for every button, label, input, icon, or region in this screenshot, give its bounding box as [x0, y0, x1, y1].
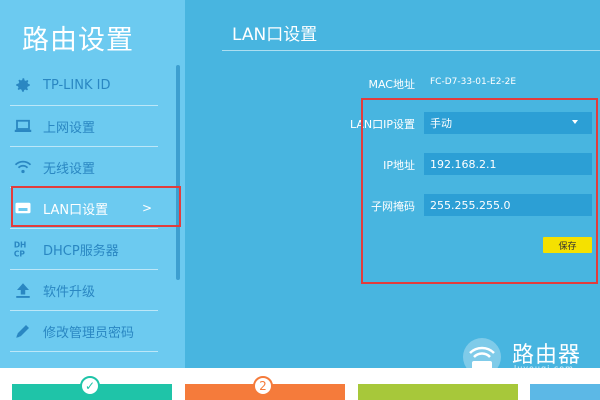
gear-icon — [12, 74, 34, 96]
sidebar-item-dhcp[interactable]: DH CP DHCP服务器 — [10, 229, 158, 270]
sidebar-item-label: 软件升级 — [43, 284, 96, 300]
router-settings-page: 路由设置 TP-LINK ID 上网设置 无线设置 LAN口设置 > DH CP… — [0, 0, 600, 400]
step-bar-end — [530, 384, 600, 400]
sidebar-item-label: 无线设置 — [43, 161, 96, 177]
sidebar-item-admin-password[interactable]: 修改管理员密码 — [10, 311, 158, 352]
sidebar-item-wireless[interactable]: 无线设置 — [10, 147, 158, 188]
mac-label: MAC地址 — [368, 78, 415, 91]
laptop-icon — [12, 115, 34, 137]
page-title: LAN口设置 — [232, 25, 318, 45]
upload-arrow-icon — [12, 279, 34, 301]
sidebar-title: 路由设置 — [22, 25, 134, 56]
dhcp-icon: DH CP — [12, 238, 34, 260]
sidebar-item-tplink-id[interactable]: TP-LINK ID — [10, 65, 158, 106]
svg-text:CP: CP — [14, 250, 26, 259]
wifi-icon — [12, 156, 34, 178]
sidebar-item-internet[interactable]: 上网设置 — [10, 106, 158, 147]
lan-item-highlight-frame — [11, 186, 181, 227]
sidebar-item-label: 修改管理员密码 — [43, 325, 135, 341]
sidebar-item-label: TP-LINK ID — [43, 77, 111, 93]
sidebar-item-upgrade[interactable]: 软件升级 — [10, 270, 158, 311]
step-bar-3 — [358, 384, 518, 400]
svg-text:DH: DH — [14, 240, 27, 249]
sidebar-scrollbar[interactable] — [176, 65, 180, 280]
mac-value: FC-D7-33-01-E2-2E — [430, 77, 517, 87]
title-divider — [222, 50, 600, 51]
pencil-icon — [12, 320, 34, 342]
step-indicator-1: ✓ — [80, 376, 100, 396]
sidebar-item-label: DHCP服务器 — [43, 243, 119, 259]
sidebar: 路由设置 TP-LINK ID 上网设置 无线设置 LAN口设置 > DH CP… — [0, 0, 185, 368]
step-indicator-2: 2 — [253, 376, 273, 396]
form-highlight-frame — [361, 98, 598, 284]
sidebar-item-label: 上网设置 — [43, 120, 96, 136]
